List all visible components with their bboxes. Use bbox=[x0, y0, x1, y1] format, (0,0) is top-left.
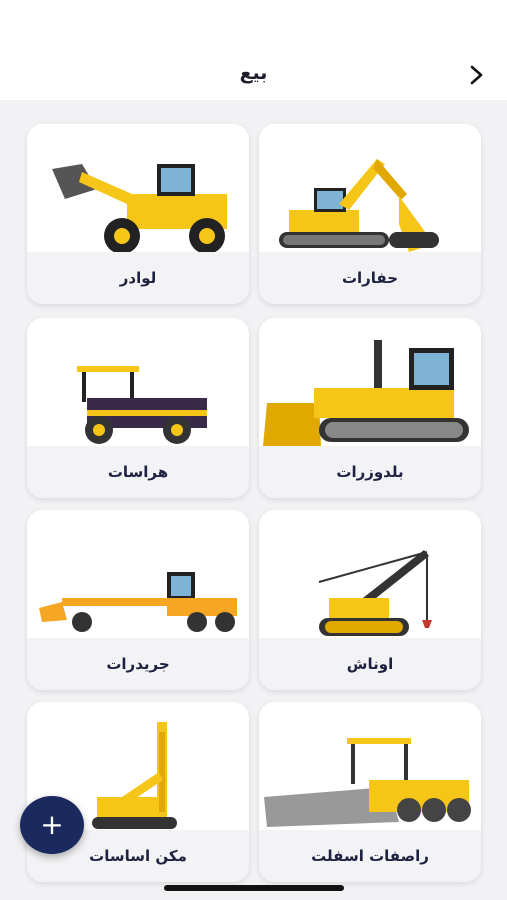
category-label: بلدوزرات bbox=[336, 463, 404, 481]
category-card-loaders[interactable]: لوادر bbox=[27, 124, 249, 304]
excavator-icon bbox=[279, 159, 439, 252]
status-bar bbox=[0, 0, 507, 52]
category-label: مكن اساسات bbox=[89, 847, 187, 865]
category-card-piling-rigs[interactable]: مكن اساسات bbox=[27, 702, 249, 882]
category-card-cranes[interactable]: اوناش bbox=[259, 510, 481, 690]
asphalt-paver-icon bbox=[264, 738, 471, 827]
category-label: جريدرات bbox=[106, 655, 170, 673]
chevron-right-icon bbox=[470, 65, 483, 85]
category-label: حفارات bbox=[341, 269, 399, 287]
road-roller-icon bbox=[77, 366, 207, 444]
category-label: راصفات اسفلت bbox=[311, 847, 429, 865]
category-grid: حفارات لوادر بلدوزرات هراسات اوناش جريدر… bbox=[0, 100, 507, 900]
category-label: لوادر bbox=[119, 269, 157, 287]
loader-icon bbox=[52, 164, 227, 254]
add-listing-button[interactable]: + bbox=[20, 796, 84, 854]
page-title: بيع bbox=[239, 62, 268, 84]
home-indicator bbox=[164, 885, 344, 891]
category-card-bulldozers[interactable]: بلدوزرات bbox=[259, 318, 481, 498]
category-label: هراسات bbox=[107, 463, 169, 481]
category-card-graders[interactable]: جريدرات bbox=[27, 510, 249, 690]
grader-icon bbox=[39, 572, 237, 632]
top-bar: بيع bbox=[0, 52, 507, 100]
category-card-excavators[interactable]: حفارات bbox=[259, 124, 481, 304]
category-card-road-rollers[interactable]: هراسات bbox=[27, 318, 249, 498]
back-button[interactable] bbox=[461, 60, 491, 90]
category-card-asphalt-pavers[interactable]: راصفات اسفلت bbox=[259, 702, 481, 882]
bulldozer-icon bbox=[263, 340, 469, 446]
crane-icon bbox=[318, 550, 432, 636]
plus-icon: + bbox=[40, 808, 64, 841]
category-label: اوناش bbox=[346, 655, 394, 673]
